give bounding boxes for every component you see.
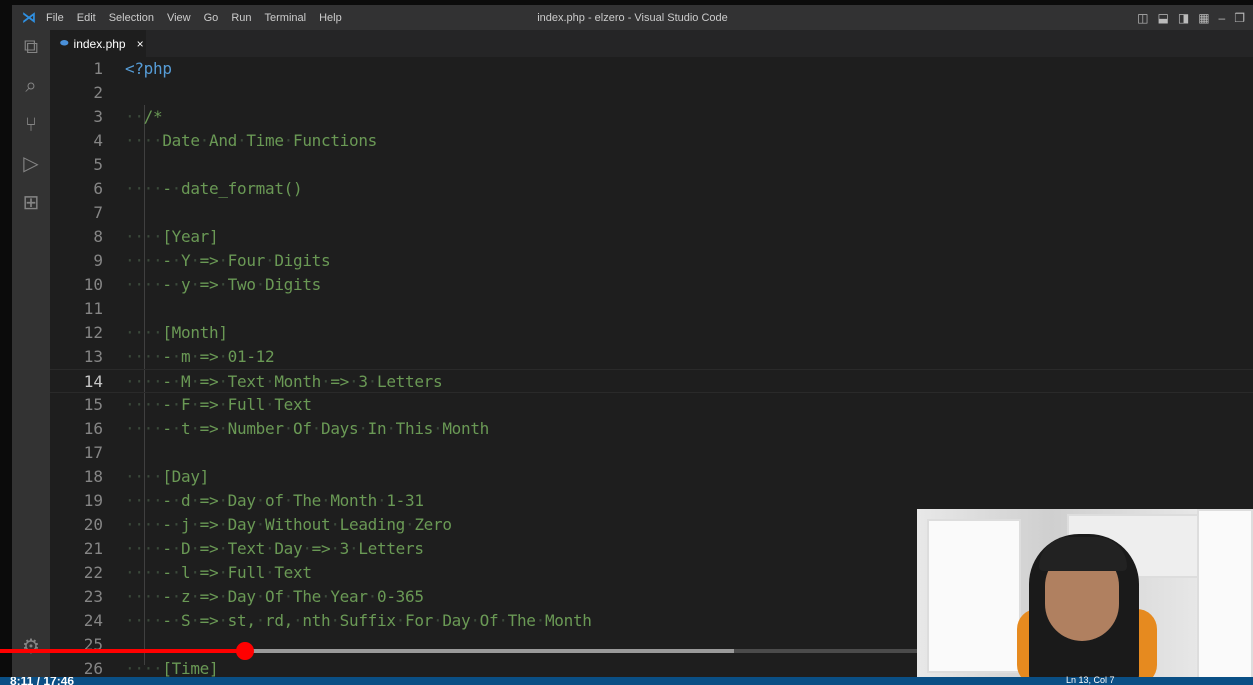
video-scrubber-handle[interactable] <box>235 642 254 660</box>
video-progress-bar[interactable] <box>0 642 917 660</box>
line-number: 4 <box>93 131 103 150</box>
search-icon[interactable]: ⌕ <box>12 69 50 108</box>
cursor-position[interactable]: Ln 13, Col 7 <box>1066 675 1115 685</box>
code-text: - D => Text Day => 3 Letters <box>125 539 424 558</box>
tab-close-icon[interactable]: × <box>137 37 144 51</box>
line-number: 25 <box>83 635 103 654</box>
menu-view[interactable]: View <box>167 12 191 24</box>
code-text: - S => st, rd, nth Suffix For Day Of The… <box>125 611 592 630</box>
webcam-overlay <box>917 509 1253 685</box>
code-line[interactable]: 11 <box>50 297 1253 321</box>
code-line[interactable]: 15 ···· · · · · - F => Full Text <box>50 393 1253 417</box>
customize-layout-icon[interactable]: ▦ <box>1198 11 1209 25</box>
toggle-secondary-sidebar-icon[interactable]: ◨ <box>1178 11 1189 25</box>
code-line[interactable]: 18 ···· [Day] <box>50 465 1253 489</box>
menu-terminal[interactable]: Terminal <box>265 12 307 24</box>
code-line[interactable]: 9 ···· · · · · - Y => Four Digits <box>50 249 1253 273</box>
vscode-logo-icon: ⋊ <box>22 9 36 25</box>
code-line[interactable]: 12 ···· [Month] <box>50 321 1253 345</box>
code-line[interactable]: 17 <box>50 441 1253 465</box>
line-number: 19 <box>83 491 103 510</box>
line-number: 20 <box>83 515 103 534</box>
line-number: 11 <box>83 299 103 318</box>
code-text: - j => Day Without Leading Zero <box>125 515 452 534</box>
status-bar: Ln 13, Col 7 <box>0 675 1253 685</box>
code-text: - z => Day Of The Year 0-365 <box>125 587 424 606</box>
tab-bar: ⬬ index.php × <box>50 30 1253 57</box>
restore-icon[interactable]: ❐ <box>1234 11 1245 25</box>
line-number: 13 <box>83 347 103 366</box>
code-line[interactable]: 1 <?php <box>50 57 1253 81</box>
code-text: - Y => Four Digits <box>125 251 331 270</box>
code-line[interactable]: 3 ·· /* <box>50 105 1253 129</box>
code-line[interactable]: 6 ···· · - date_format() <box>50 177 1253 201</box>
line-number: 24 <box>83 611 103 630</box>
tab-index-php[interactable]: ⬬ index.php × <box>50 30 146 57</box>
toggle-sidebar-icon[interactable]: ◫ <box>1137 11 1148 25</box>
line-number: 10 <box>83 275 103 294</box>
code-line[interactable]: 4 ···· · · · Date And Time Functions <box>50 129 1253 153</box>
menu-help[interactable]: Help <box>319 12 342 24</box>
line-number: 2 <box>93 83 103 102</box>
extensions-icon[interactable]: ⊞ <box>12 186 50 225</box>
line-number: 8 <box>93 227 103 246</box>
code-text: [Month] <box>125 323 228 342</box>
line-number: 17 <box>83 443 103 462</box>
source-control-icon[interactable]: ⑂ <box>12 108 50 147</box>
activity-bar: ⧉ ⌕ ⑂ ▷ ⊞ ⚙ <box>12 30 50 677</box>
code-line[interactable]: 2 <box>50 81 1253 105</box>
line-number: 21 <box>83 539 103 558</box>
line-number: 1 <box>93 59 103 78</box>
line-number: 7 <box>93 203 103 222</box>
line-number: 15 <box>83 395 103 414</box>
code-line[interactable]: 13 ···· · · · - m => 01-12 <box>50 345 1253 369</box>
line-number: 22 <box>83 563 103 582</box>
code-line[interactable]: 16 ···· · · · · · · · · - t => Number Of … <box>50 417 1253 441</box>
line-number: 9 <box>93 251 103 270</box>
explorer-icon[interactable]: ⧉ <box>12 30 50 69</box>
minimize-icon[interactable]: – <box>1219 11 1226 25</box>
title-bar: ⋊ File Edit Selection View Go Run Terminal Help… <box>12 5 1253 30</box>
line-number: 5 <box>93 155 103 174</box>
line-number: 16 <box>83 419 103 438</box>
code-text: /* <box>125 107 163 126</box>
code-text: - y => Two Digits <box>125 275 321 294</box>
toggle-panel-icon[interactable]: ⬓ <box>1158 11 1169 25</box>
code-text: Date And Time Functions <box>125 131 377 150</box>
code-text: - M => Text Month => 3 Letters <box>125 372 443 391</box>
code-text: - date_format() <box>125 179 303 198</box>
line-number: 14 <box>83 372 103 391</box>
line-number: 3 <box>93 107 103 126</box>
menu-run[interactable]: Run <box>231 12 251 24</box>
line-number: 23 <box>83 587 103 606</box>
menu-edit[interactable]: Edit <box>77 12 96 24</box>
line-number: 26 <box>83 659 103 677</box>
code-text: [Day] <box>125 467 209 486</box>
php-file-icon: ⬬ <box>60 38 69 49</box>
video-played-bar <box>0 649 245 653</box>
code-text: [Time] <box>125 659 219 677</box>
menu-selection[interactable]: Selection <box>109 12 154 24</box>
code-text: - m => 01-12 <box>125 347 275 366</box>
line-number: 12 <box>83 323 103 342</box>
code-text: - t => Number Of Days In This Month <box>125 419 489 438</box>
code-text: [Year] <box>125 227 219 246</box>
tab-label: index.php <box>73 36 126 51</box>
menu-file[interactable]: File <box>46 12 64 24</box>
run-debug-icon[interactable]: ▷ <box>12 147 50 186</box>
code-text: - F => Full Text <box>125 395 312 414</box>
code-line[interactable]: 14 ···· · · · · · · · - M => Text Month =… <box>50 369 1253 393</box>
menu-bar: File Edit Selection View Go Run Terminal Help <box>46 12 355 24</box>
video-time: 8:11 / 17:46 <box>10 677 75 685</box>
menu-go[interactable]: Go <box>204 12 219 24</box>
code-line[interactable]: 8 ···· [Year] <box>50 225 1253 249</box>
code-line[interactable]: 5 <box>50 153 1253 177</box>
code-text: - d => Day of The Month 1-31 <box>125 491 424 510</box>
code-line[interactable]: 7 <box>50 201 1253 225</box>
code-line[interactable]: 10 ···· · · · · - y => Two Digits <box>50 273 1253 297</box>
line-number: 18 <box>83 467 103 486</box>
code-text: - l => Full Text <box>125 563 312 582</box>
line-number: 6 <box>93 179 103 198</box>
code-text: <?php <box>125 59 172 78</box>
